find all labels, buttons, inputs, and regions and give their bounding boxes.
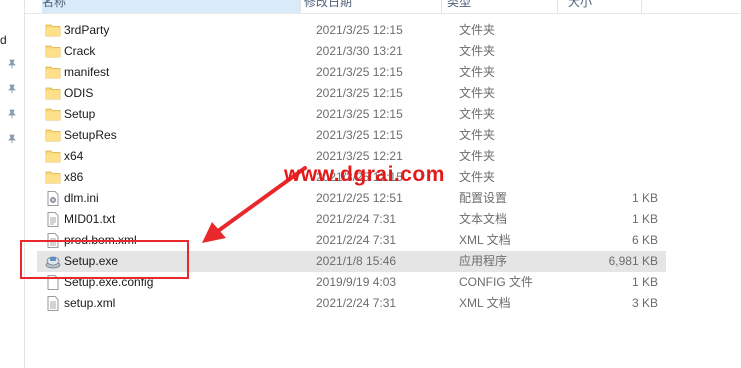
file-size: 6 KB [631, 233, 658, 247]
column-divider[interactable] [441, 0, 442, 13]
file-name: manifest [64, 65, 110, 79]
file-name: Crack [64, 44, 96, 58]
xml-file-icon [45, 296, 61, 311]
file-type: 文本文档 [459, 212, 508, 226]
annotation-highlight-box [20, 240, 189, 279]
column-header-bar: 名称 修改日期 类型 大小 [25, 0, 741, 14]
column-header-date[interactable]: 修改日期 [304, 0, 352, 13]
text-file-icon [45, 212, 61, 227]
file-type: 文件夹 [459, 23, 496, 37]
file-row[interactable]: Crack 2021/3/30 13:21 文件夹 [37, 41, 666, 62]
column-header-size[interactable]: 大小 [568, 0, 592, 13]
watermark-text: www.dgrai.com [284, 163, 445, 186]
file-row[interactable]: MID01.txt 2021/2/24 7:31 文本文档 1 KB [37, 209, 666, 230]
file-size: 1 KB [631, 212, 658, 226]
file-row[interactable]: 3rdParty 2021/3/25 12:15 文件夹 [37, 20, 666, 41]
column-header-name-label: 名称 [42, 0, 67, 9]
folder-icon [45, 86, 61, 101]
file-type: XML 文档 [459, 296, 511, 310]
file-type: 文件夹 [459, 149, 496, 163]
file-name: dlm.ini [64, 191, 99, 205]
nav-item-label[interactable]: d [0, 33, 7, 47]
folder-icon [45, 23, 61, 38]
file-type: 文件夹 [459, 44, 496, 58]
file-date-modified: 2021/3/25 12:15 [316, 128, 403, 142]
file-name: setup.xml [64, 296, 116, 310]
file-type: 文件夹 [459, 65, 496, 79]
file-type: 配置设置 [459, 191, 508, 205]
file-name: 3rdParty [64, 23, 110, 37]
navigation-pane: d [0, 0, 25, 368]
file-row[interactable]: setup.xml 2021/2/24 7:31 XML 文档 3 KB [37, 293, 666, 314]
folder-icon [45, 65, 61, 80]
file-date-modified: 2021/2/24 7:31 [316, 296, 397, 310]
pin-icon[interactable] [7, 59, 17, 69]
file-row[interactable]: dlm.ini 2021/2/25 12:51 配置设置 1 KB [37, 188, 666, 209]
file-date-modified: 2021/3/30 13:21 [316, 44, 403, 58]
file-type: XML 文档 [459, 233, 511, 247]
file-name: MID01.txt [64, 212, 116, 226]
folder-icon [45, 107, 61, 122]
pin-icon[interactable] [7, 134, 17, 144]
file-name: ODIS [64, 86, 94, 100]
file-name: Setup [64, 107, 96, 121]
file-type: 文件夹 [459, 128, 496, 142]
file-type: 文件夹 [459, 86, 496, 100]
column-divider[interactable] [641, 0, 642, 13]
file-name: SetupRes [64, 128, 117, 142]
file-date-modified: 2021/2/24 7:31 [316, 212, 397, 226]
file-date-modified: 2021/2/25 12:51 [316, 191, 403, 205]
file-date-modified: 2021/3/25 12:15 [316, 23, 403, 37]
file-size: 6,981 KB [608, 254, 658, 268]
file-type: CONFIG 文件 [459, 275, 533, 289]
file-size: 1 KB [631, 275, 658, 289]
file-size: 1 KB [631, 191, 658, 205]
settings-file-icon [45, 191, 61, 206]
file-date-modified: 2021/3/25 12:15 [316, 86, 403, 100]
file-type: 文件夹 [459, 170, 496, 184]
file-date-modified: 2021/1/8 15:46 [316, 254, 397, 268]
file-row[interactable]: manifest 2021/3/25 12:15 文件夹 [37, 62, 666, 83]
file-date-modified: 2021/3/25 12:15 [316, 107, 403, 121]
column-header-type[interactable]: 类型 [447, 0, 471, 13]
file-date-modified: 2019/9/19 4:03 [316, 275, 397, 289]
folder-icon [45, 149, 61, 164]
file-name: x64 [64, 149, 84, 163]
file-date-modified: 2021/2/24 7:31 [316, 233, 397, 247]
file-name: x86 [64, 170, 84, 184]
file-row[interactable]: Setup 2021/3/25 12:15 文件夹 [37, 104, 666, 125]
folder-icon [45, 128, 61, 143]
column-header-name[interactable]: 名称 [42, 0, 300, 13]
file-size: 3 KB [631, 296, 658, 310]
file-row[interactable]: SetupRes 2021/3/25 12:15 文件夹 [37, 125, 666, 146]
file-type: 文件夹 [459, 107, 496, 121]
folder-icon [45, 170, 61, 185]
column-divider[interactable] [300, 0, 301, 13]
pin-icon[interactable] [7, 109, 17, 119]
folder-icon [45, 44, 61, 59]
column-divider[interactable] [557, 0, 558, 13]
file-row[interactable]: ODIS 2021/3/25 12:15 文件夹 [37, 83, 666, 104]
file-date-modified: 2021/3/25 12:15 [316, 65, 403, 79]
pin-icon[interactable] [7, 84, 17, 94]
file-type: 应用程序 [459, 254, 508, 268]
